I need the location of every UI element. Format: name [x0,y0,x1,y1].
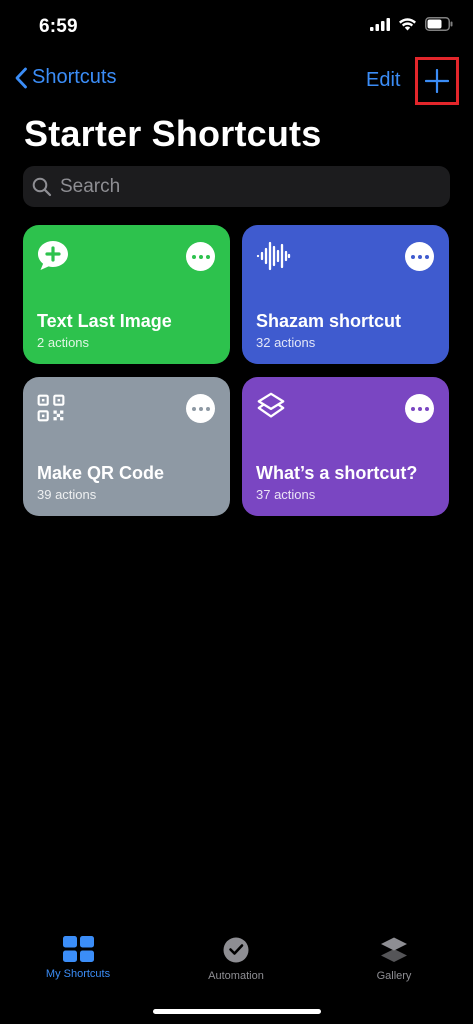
shortcut-card-text-last-image[interactable]: Text Last Image 2 actions [23,225,230,364]
tab-label: My Shortcuts [45,968,111,980]
card-action-count: 2 actions [37,335,90,350]
card-title: Shazam shortcut [256,311,402,331]
more-options-button[interactable] [186,394,215,423]
qr-code-icon [37,394,65,422]
card-title: Make QR Code [37,463,165,483]
status-icons [370,17,453,31]
more-options-button[interactable] [405,242,434,271]
card-title: What’s a shortcut? [256,463,418,483]
wifi-icon [399,18,416,31]
plus-icon [425,69,449,93]
shortcut-card-make-qr-code[interactable]: Make QR Code 39 actions [23,377,230,516]
add-shortcut-button[interactable] [415,57,459,105]
clock-check-icon [223,937,249,963]
card-title: Text Last Image [37,311,172,331]
waveform-icon [256,241,291,271]
back-button-label: Shortcuts [32,66,117,88]
search-icon [32,177,52,196]
card-action-count: 32 actions [256,335,316,350]
card-action-count: 39 actions [37,487,97,502]
more-options-button[interactable] [405,394,434,423]
page-title: Starter Shortcuts [24,113,322,154]
shortcuts-layers-icon [257,392,285,418]
chevron-left-icon [15,67,27,88]
tab-gallery[interactable]: Gallery [334,936,454,982]
shortcut-card-whats-a-shortcut[interactable]: What’s a shortcut? 37 actions [242,377,449,516]
card-action-count: 37 actions [256,487,316,502]
tab-label: Automation [208,970,264,982]
search-input[interactable] [58,174,422,199]
layers-stack-icon [381,937,407,962]
tab-automation[interactable]: Automation [176,936,296,982]
tab-my-shortcuts[interactable]: My Shortcuts [18,936,138,980]
battery-icon [425,17,453,31]
grid-icon [62,936,94,962]
edit-button[interactable]: Edit [366,69,400,92]
back-button[interactable]: Shortcuts [14,66,116,89]
shortcut-card-shazam[interactable]: Shazam shortcut 32 actions [242,225,449,364]
search-bar[interactable] [23,166,450,207]
message-plus-icon [38,241,68,270]
more-options-button[interactable] [186,242,215,271]
home-indicator [153,1009,321,1014]
cellular-signal-icon [370,17,390,31]
status-time: 6:59 [39,16,78,37]
tab-label: Gallery [376,970,412,982]
